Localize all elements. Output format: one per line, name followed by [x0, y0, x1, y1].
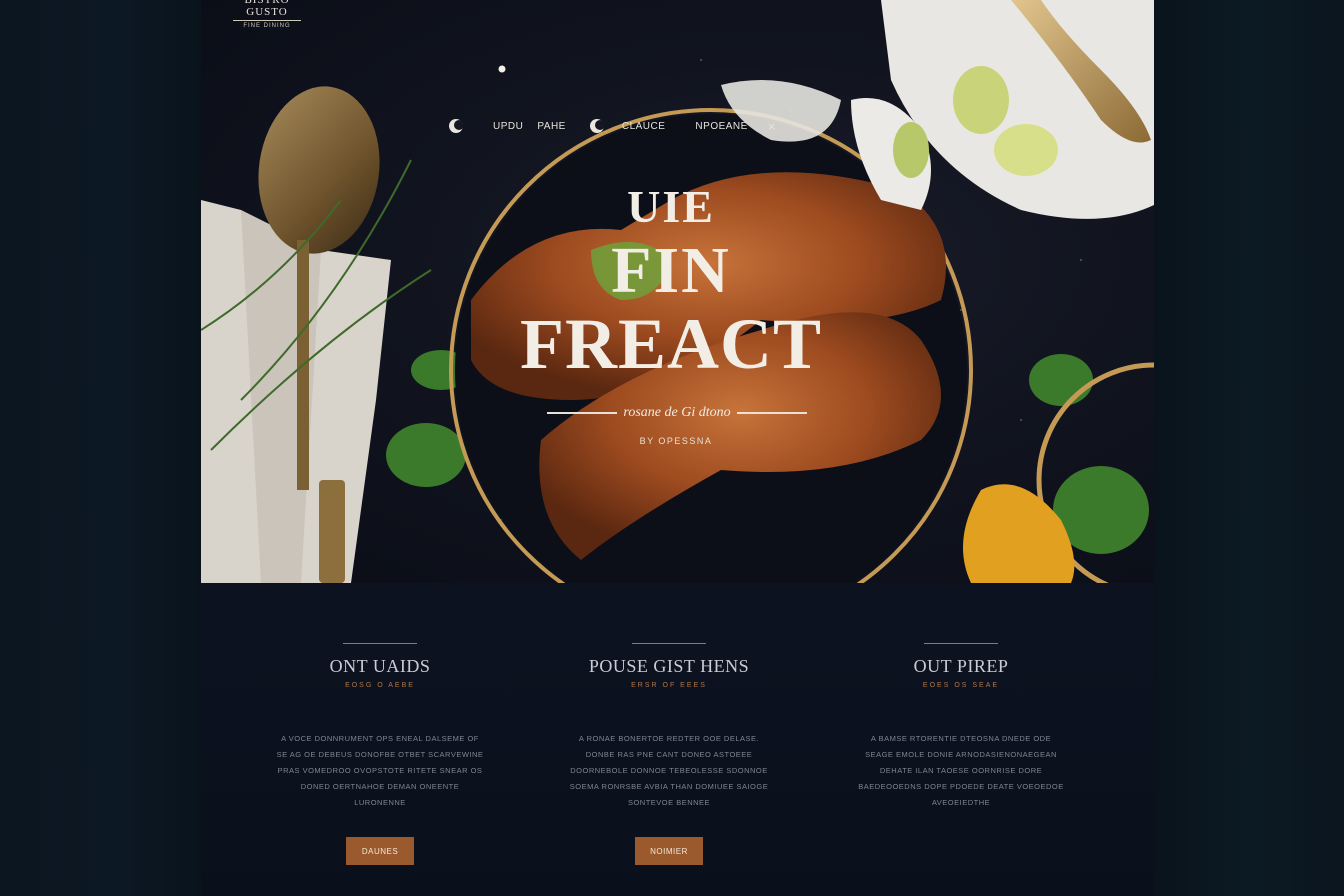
logo-divider [233, 20, 301, 21]
feature-rule [343, 643, 417, 644]
feature-column: ONT UAIDS EOSG O AEBE A VOCE DONNRUMENT … [250, 643, 510, 865]
hero-title-line-3: FREACT [519, 304, 822, 384]
feature-body: A BAMSE RTORENTIE DTEOSNA DNEDE ODE SEAG… [858, 734, 1064, 807]
features-section: ONT UAIDS EOSG O AEBE A VOCE DONNRUMENT … [201, 583, 1154, 896]
feature-column: POUSE GIST HENS ERSR OF EEES A RONAE BON… [539, 643, 799, 865]
nav-item-3[interactable]: CLAUCE [622, 121, 666, 132]
hero-title-line-1: UIE [627, 181, 715, 232]
moon-icon[interactable] [447, 117, 465, 135]
feature-subtitle: ERSR OF EEES [631, 682, 707, 689]
feature-body: A VOCE DONNRUMENT OPS ENEAL DALSEME OF S… [276, 734, 484, 807]
left-backdrop [0, 0, 201, 896]
hero-byline: BY OPESSNA [639, 436, 713, 446]
feature-title: POUSE GIST HENS [588, 656, 750, 676]
main-nav: UPDU PAHE CLAUCE NPOEANE × [447, 116, 775, 136]
tagline-rule-left [547, 412, 618, 414]
brand-tagline: FINE DINING [243, 23, 291, 29]
hero-tagline-row: rosane de Gi dtono [547, 404, 808, 422]
brand-name: BISTRO GUSTO [244, 0, 290, 18]
feature-button[interactable]: NOIMIER [635, 837, 703, 865]
feature-body: A RONAE BONERTOE REDTER OOE DELASE. DONB… [569, 734, 769, 807]
feature-column: OUT PIREP EOES OS SEAE A BAMSE RTORENTIE… [831, 643, 1091, 811]
feature-title: ONT UAIDS [329, 656, 431, 676]
hero-title: UIE FIN FREACT [501, 178, 841, 382]
feature-title: OUT PIREP [913, 656, 1009, 676]
moon-icon[interactable] [588, 117, 606, 135]
hero-title-line-2: FIN [611, 234, 731, 307]
hero-section: BISTRO GUSTO FINE DINING UPDU PAHE CLAUC… [201, 0, 1154, 583]
feature-subtitle: EOES OS SEAE [922, 682, 1000, 689]
feature-rule [632, 643, 706, 644]
tagline-rule-right [736, 412, 808, 414]
feature-subtitle: EOSG O AEBE [345, 682, 415, 689]
brand-logo[interactable]: BISTRO GUSTO FINE DINING [227, 0, 307, 29]
feature-button[interactable]: DAUNES [346, 837, 414, 865]
feature-rule [924, 643, 998, 644]
nav-item-2[interactable]: PAHE [537, 121, 566, 132]
nav-item-4[interactable]: NPOEANE [695, 121, 747, 132]
hero-tagline: rosane de Gi dtono [623, 405, 731, 420]
right-backdrop [1154, 0, 1344, 896]
page: BISTRO GUSTO FINE DINING UPDU PAHE CLAUC… [201, 0, 1154, 896]
nav-item-1[interactable]: UPDU [493, 121, 523, 132]
close-icon[interactable]: × [768, 119, 776, 134]
